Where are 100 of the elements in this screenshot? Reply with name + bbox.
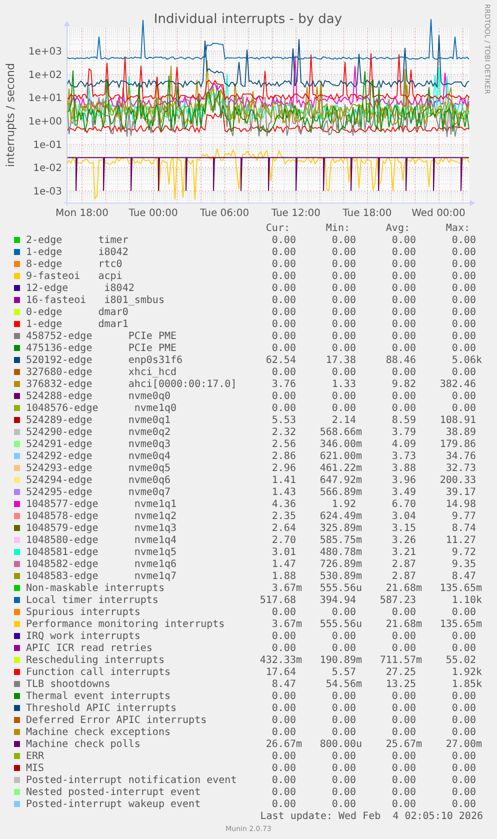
min-value: 566.89m <box>318 486 362 498</box>
min-value: 0.00 <box>330 762 357 774</box>
max-value: 11.27 <box>444 534 477 546</box>
avg-value: 0.00 <box>390 318 417 330</box>
avg-value: 0.00 <box>390 690 417 702</box>
min-value: 0.00 <box>330 726 357 738</box>
avg-value: 3.73 <box>390 450 417 462</box>
cur-value: 0.00 <box>270 606 297 618</box>
avg-value: 0.00 <box>390 294 417 306</box>
max-value: 0.00 <box>450 726 477 738</box>
legend-label: ERR <box>26 750 46 762</box>
cur-value: 0.00 <box>270 318 297 330</box>
max-value: 0.00 <box>450 390 477 402</box>
avg-value: 0.00 <box>390 630 417 642</box>
max-value: 0.00 <box>450 762 477 774</box>
legend-label: 520192-edge enp0s31f6 <box>26 354 184 366</box>
avg-value: 0.00 <box>390 642 417 654</box>
cur-value: 5.53 <box>270 414 297 426</box>
avg-value: 0.00 <box>390 402 417 414</box>
column-header: Cur: <box>264 222 291 234</box>
avg-value: 8.59 <box>390 414 417 426</box>
max-value: 0.00 <box>450 714 477 726</box>
cur-value: 0.00 <box>270 690 297 702</box>
cur-value: 1.43 <box>270 486 297 498</box>
cur-value: 2.86 <box>270 450 297 462</box>
cur-value: 0.00 <box>270 234 297 246</box>
avg-value: 0.00 <box>390 282 417 294</box>
legend-label: 2-edge timer <box>26 234 130 246</box>
cur-value: 3.67m <box>270 582 302 594</box>
column-header: Avg: <box>384 222 411 234</box>
x-tick-label: Tue 00:00 <box>128 208 178 219</box>
cur-value: 17.64 <box>264 666 297 678</box>
avg-value: 0.00 <box>390 306 417 318</box>
x-tick-label: Tue 12:00 <box>271 208 320 219</box>
cur-value: 2.64 <box>270 522 297 534</box>
legend-label: 0-edge dmar0 <box>26 306 130 318</box>
avg-value: 0.00 <box>390 714 417 726</box>
cur-value: 3.01 <box>270 546 297 558</box>
min-value: 0.00 <box>330 270 357 282</box>
min-value: 568.66m <box>318 426 362 438</box>
avg-value: 4.09 <box>390 438 417 450</box>
cur-value: 0.00 <box>270 630 297 642</box>
avg-value: 2.87 <box>390 570 417 582</box>
max-value: 0.00 <box>450 342 477 354</box>
avg-value: 9.82 <box>390 378 417 390</box>
avg-value: 0.00 <box>390 270 417 282</box>
y-tick-label: 1e+03 <box>28 46 62 58</box>
min-value: 624.49m <box>318 510 362 522</box>
legend-label: Rescheduling interrupts <box>26 654 166 666</box>
max-value: 1.10k <box>450 594 482 606</box>
max-value: 0.00 <box>450 642 477 654</box>
min-value: 0.00 <box>330 690 357 702</box>
avg-value: 711.57m <box>378 654 422 666</box>
cur-value: 8.47 <box>270 678 297 690</box>
legend-label: 1048577-edge nvme1q1 <box>26 498 178 510</box>
avg-value: 3.88 <box>390 462 417 474</box>
max-value: 8.47 <box>450 570 477 582</box>
y-tick-label: 1e+00 <box>28 116 62 128</box>
legend-label: IRQ work interrupts <box>26 630 142 642</box>
cur-value: 0.00 <box>270 798 297 810</box>
max-value: 32.73 <box>444 462 477 474</box>
avg-value: 0.00 <box>390 606 417 618</box>
min-value: 0.00 <box>330 246 357 258</box>
avg-value: 0.00 <box>390 798 417 810</box>
min-value: 800.00u <box>318 738 362 750</box>
cur-value: 0.00 <box>270 294 297 306</box>
avg-value: 6.70 <box>390 498 417 510</box>
min-value: 0.00 <box>330 342 357 354</box>
min-value: 0.00 <box>330 234 357 246</box>
max-value: 39.17 <box>444 486 477 498</box>
min-value: 585.75m <box>318 534 362 546</box>
cur-value: 0.00 <box>270 342 297 354</box>
y-tick-label: 1e-03 <box>33 186 62 198</box>
min-value: 394.94 <box>318 594 357 606</box>
min-value: 726.89m <box>318 558 362 570</box>
legend-label: MIS <box>26 762 46 774</box>
graph-title: Individual interrupts - by day <box>154 12 342 27</box>
cur-value: 0.00 <box>270 366 297 378</box>
min-value: 647.92m <box>318 474 362 486</box>
cur-value: 0.00 <box>270 270 297 282</box>
legend-label: Deferred Error APIC interrupts <box>26 714 208 726</box>
x-tick-label: Wed 00:00 <box>412 208 466 219</box>
legend-label: 524291-edge nvme0q3 <box>26 438 172 450</box>
avg-value: 0.00 <box>390 762 417 774</box>
column-header: Min: <box>324 222 351 234</box>
cur-value: 0.00 <box>270 762 297 774</box>
min-value: 0.00 <box>330 630 357 642</box>
legend-label: 1048580-edge nvme1q4 <box>26 534 178 546</box>
avg-value: 0.00 <box>390 750 417 762</box>
avg-value: 3.21 <box>390 546 417 558</box>
y-tick-label: 1e-02 <box>33 163 62 174</box>
min-value: 5.57 <box>330 666 357 678</box>
cur-value: 0.00 <box>270 786 297 798</box>
y-tick-label: 1e+01 <box>28 93 62 104</box>
min-value: 0.00 <box>330 750 357 762</box>
legend-label: Spurious interrupts <box>26 606 142 618</box>
max-value: 0.00 <box>450 282 477 294</box>
legend-label: 327680-edge xhci_hcd <box>26 366 178 378</box>
legend-label: Posted-interrupt wakeup event <box>26 798 202 810</box>
x-tick-label: Tue 18:00 <box>342 208 392 219</box>
